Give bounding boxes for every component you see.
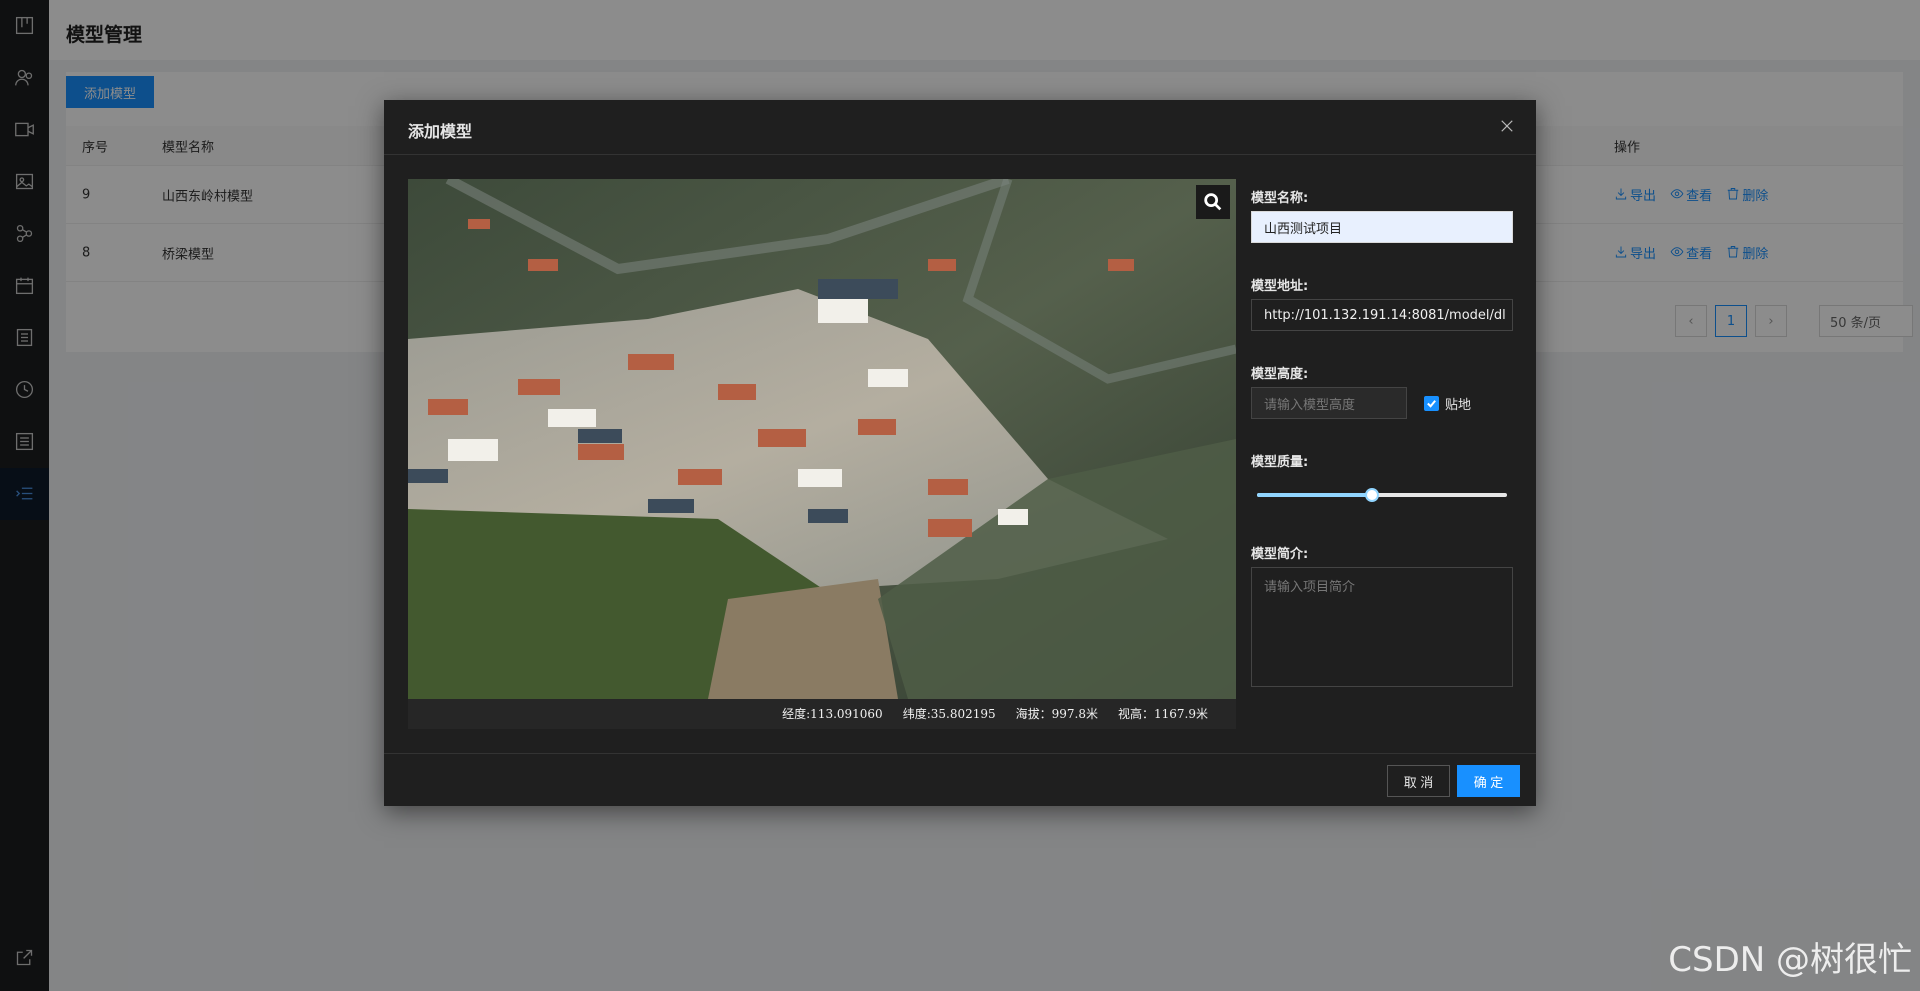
height-label: 模型高度: [1251,367,1309,382]
dialog-title: 添加模型 [408,122,473,141]
coordinate-bar: 经度:113.091060 纬度:35.802195 海拔：997.8米 视高：… [408,699,1236,729]
magnify-icon[interactable] [1196,185,1230,219]
quality-slider[interactable] [1257,488,1507,502]
close-icon[interactable] [1498,117,1518,137]
slider-handle[interactable] [1365,488,1379,502]
cancel-button[interactable]: 取 消 [1387,765,1450,797]
clamp-label: 贴地 [1445,398,1472,413]
model-viewer[interactable]: 经度:113.091060 纬度:35.802195 海拔：997.8米 视高：… [408,179,1236,729]
name-label: 模型名称: [1251,191,1309,206]
add-model-dialog: 添加模型 经度:113.091060 纬度:35.802195 海拔：997.8… [384,100,1536,806]
longitude-text: 经度:113.091060 [782,707,883,721]
intro-label: 模型简介: [1251,547,1309,562]
model-name-input[interactable]: 山西测试项目 [1251,211,1513,243]
model-height-input[interactable]: 请输入模型高度 [1251,387,1407,419]
coordinate-readout: 经度:113.091060 纬度:35.802195 海拔：997.8米 视高：… [782,705,1208,722]
confirm-button[interactable]: 确 定 [1457,765,1520,797]
checkbox-checked-icon[interactable] [1424,396,1439,411]
watermark: CSDN @树很忙 [1668,940,1912,980]
dialog-header: 添加模型 [384,100,1536,155]
dialog-footer: 取 消 确 定 [384,753,1536,806]
intro-textarea[interactable]: 请输入项目简介 [1251,567,1513,687]
url-label: 模型地址: [1251,279,1309,294]
model-url-input[interactable]: http://101.132.191.14:8081/model/dl [1251,299,1513,331]
latitude-text: 纬度:35.802195 [902,707,996,721]
altitude-text: 海拔：997.8米 [1015,707,1098,721]
slider-fill [1257,493,1372,497]
aerial-scene [408,179,1236,699]
clamp-checkbox[interactable]: 贴地 [1424,394,1471,413]
quality-label: 模型质量: [1251,455,1309,470]
view-height-text: 视高：1167.9米 [1118,707,1208,721]
